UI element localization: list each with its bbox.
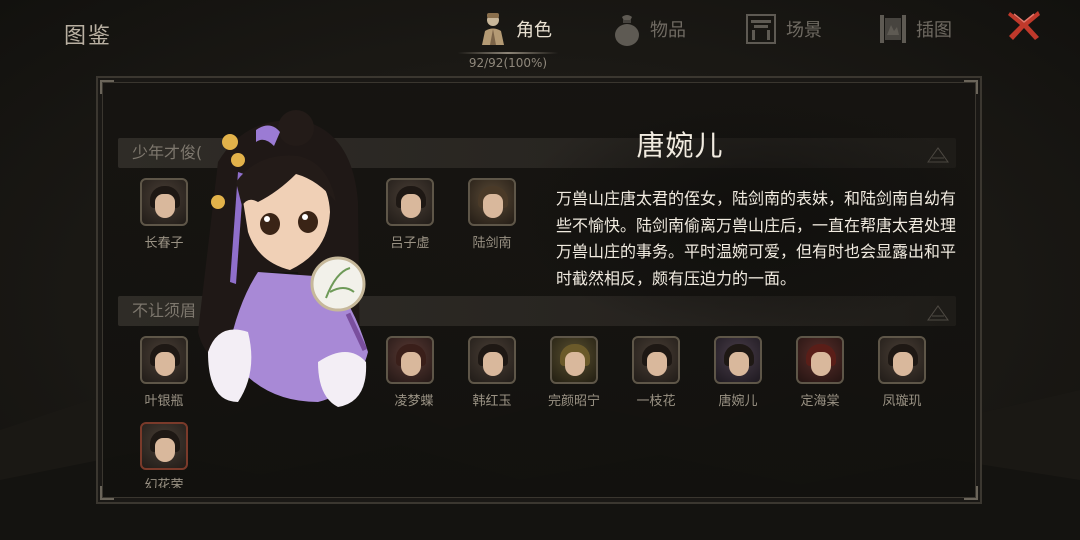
- character-card[interactable]: 韩红玉: [456, 336, 528, 412]
- close-icon[interactable]: [1004, 6, 1044, 44]
- character-name: 凤璇玑: [882, 394, 922, 409]
- character-name: 陆剑南: [472, 236, 512, 251]
- tab-items[interactable]: 物品: [612, 8, 686, 50]
- character-portrait: [386, 336, 434, 384]
- character-card[interactable]: 唐婉儿: [702, 336, 774, 412]
- tab-scenes[interactable]: 场景: [744, 8, 822, 50]
- tab-underline: [458, 52, 558, 54]
- collection-progress: 92/92(100%): [468, 56, 548, 70]
- character-card[interactable]: 定海棠: [784, 336, 856, 412]
- character-card[interactable]: 幻花荣: [128, 422, 200, 498]
- character-portrait: [386, 178, 434, 226]
- page-title: 图鉴: [64, 24, 113, 49]
- character-name: 一枝花: [636, 394, 676, 409]
- scene-gate-icon: [746, 14, 776, 44]
- character-portrait: [878, 336, 926, 384]
- character-name: 唐婉儿: [718, 394, 758, 409]
- character-portrait: [632, 336, 680, 384]
- top-bar: 图鉴 角色 物品 场景 插图 92/92(100%): [0, 0, 1080, 72]
- item-bag-icon: [615, 15, 639, 46]
- tab-scenes-label: 场景: [786, 20, 822, 41]
- character-portrait: [550, 336, 598, 384]
- illustration-scroll-icon: [880, 15, 906, 43]
- character-detail-description: 万兽山庄唐太君的侄女，陆剑南的表妹，和陆剑南自幼有些不愉快。陆剑南偷离万兽山庄后…: [556, 189, 957, 288]
- character-name: 完颜昭宁: [547, 394, 600, 409]
- character-icon: [482, 13, 504, 45]
- tab-illustrations-label: 插图: [916, 20, 952, 41]
- character-card[interactable]: 一枝花: [620, 336, 692, 412]
- tab-characters-label: 角色: [516, 20, 552, 41]
- character-card[interactable]: 陆剑南: [456, 178, 528, 254]
- character-name: 幻花荣: [144, 478, 184, 488]
- character-portrait: [714, 336, 762, 384]
- character-card[interactable]: 完颜昭宁: [538, 336, 610, 412]
- character-detail-name: 唐婉儿: [636, 129, 724, 162]
- character-name: 韩红玉: [472, 394, 512, 409]
- character-portrait: [796, 336, 844, 384]
- tab-items-label: 物品: [650, 20, 686, 41]
- character-full-art: [198, 110, 368, 407]
- character-name: 定海棠: [800, 394, 840, 409]
- character-card[interactable]: 凤璇玑: [866, 336, 938, 412]
- tab-illustrations[interactable]: 插图: [878, 8, 952, 50]
- character-portrait: [468, 178, 516, 226]
- tab-characters[interactable]: 角色: [478, 8, 552, 50]
- character-portrait: [468, 336, 516, 384]
